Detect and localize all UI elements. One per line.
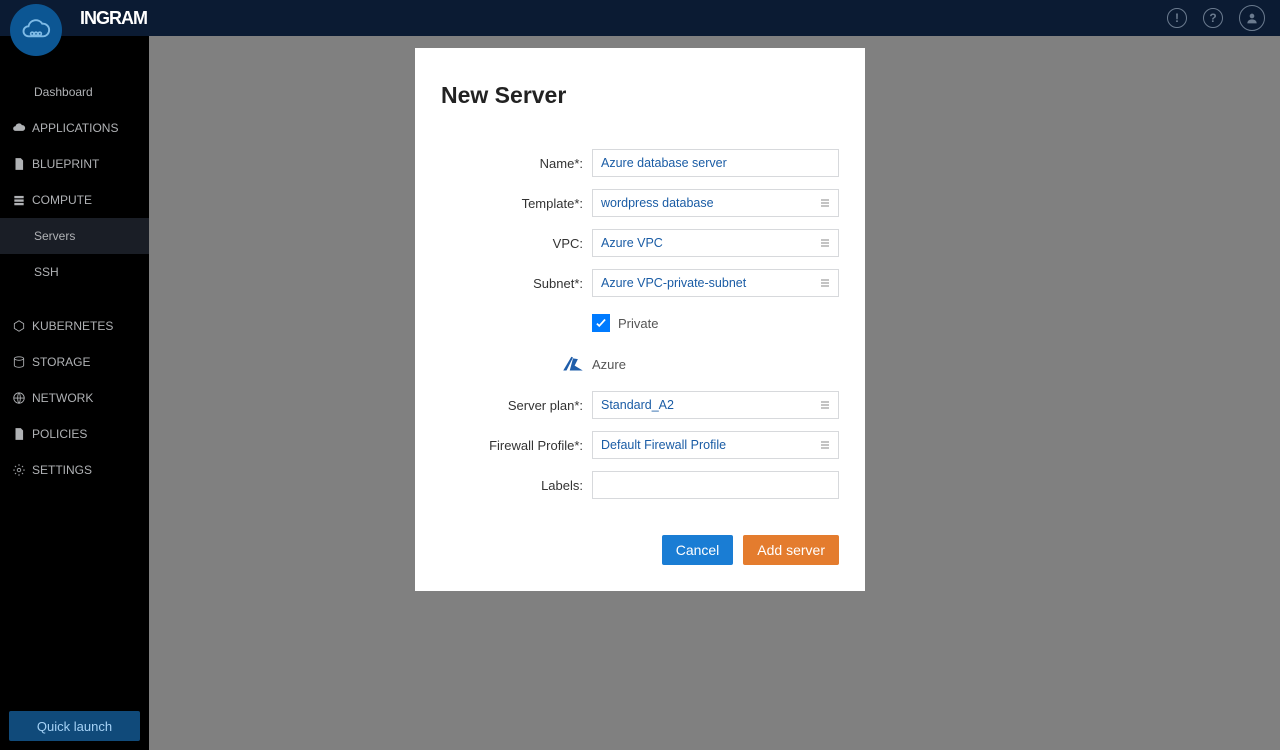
cloud-icon bbox=[10, 121, 28, 135]
vpc-label: VPC: bbox=[441, 236, 592, 251]
globe-icon bbox=[10, 391, 28, 405]
private-label: Private bbox=[618, 316, 658, 331]
storage-icon bbox=[10, 355, 28, 369]
provider-name: Azure bbox=[592, 357, 626, 372]
vpc-dropdown-icon[interactable] bbox=[812, 230, 838, 256]
gear-icon bbox=[10, 463, 28, 477]
alert-icon[interactable]: ! bbox=[1167, 8, 1187, 28]
sidebar-item-policies[interactable]: POLICIES bbox=[0, 416, 149, 452]
kubernetes-icon bbox=[10, 319, 28, 333]
brand-logo-icon[interactable] bbox=[10, 4, 62, 56]
check-icon bbox=[594, 316, 608, 330]
sidebar-item-ssh[interactable]: SSH bbox=[0, 254, 149, 290]
private-checkbox[interactable] bbox=[592, 314, 610, 332]
sidebar-item-dashboard[interactable]: Dashboard bbox=[0, 74, 149, 110]
sidebar-item-compute[interactable]: COMPUTE bbox=[0, 182, 149, 218]
name-label: Name*: bbox=[441, 156, 592, 171]
sidebar-item-network[interactable]: NETWORK bbox=[0, 380, 149, 416]
quick-launch-button[interactable]: Quick launch bbox=[9, 711, 140, 741]
file-icon bbox=[10, 157, 28, 171]
vpc-select[interactable] bbox=[593, 236, 812, 250]
firewall-label: Firewall Profile*: bbox=[441, 438, 592, 453]
subnet-label: Subnet*: bbox=[441, 276, 592, 291]
topbar: INGRAM ! ? bbox=[0, 0, 1280, 36]
brand-text: INGRAM bbox=[80, 8, 147, 29]
add-server-button[interactable]: Add server bbox=[743, 535, 839, 565]
sidebar-item-settings[interactable]: SETTINGS bbox=[0, 452, 149, 488]
sidebar-item-kubernetes[interactable]: KUBERNETES bbox=[0, 308, 149, 344]
firewall-dropdown-icon[interactable] bbox=[812, 432, 838, 458]
sidebar-item-applications[interactable]: APPLICATIONS bbox=[0, 110, 149, 146]
sidebar-item-servers[interactable]: Servers bbox=[0, 218, 149, 254]
azure-icon bbox=[558, 354, 586, 374]
labels-input[interactable] bbox=[593, 478, 838, 492]
cancel-button[interactable]: Cancel bbox=[662, 535, 734, 565]
template-label: Template*: bbox=[441, 196, 592, 211]
modal-title: New Server bbox=[441, 82, 839, 109]
labels-field-label: Labels: bbox=[441, 478, 592, 493]
sidebar-item-blueprint[interactable]: BLUEPRINT bbox=[0, 146, 149, 182]
template-select[interactable] bbox=[593, 196, 812, 210]
template-dropdown-icon[interactable] bbox=[812, 190, 838, 216]
help-icon[interactable]: ? bbox=[1203, 8, 1223, 28]
new-server-modal: New Server Name*: Template*: VPC: bbox=[415, 48, 865, 591]
cloud-gear-icon bbox=[21, 15, 51, 45]
subnet-dropdown-icon[interactable] bbox=[812, 270, 838, 296]
server-icon bbox=[10, 193, 28, 207]
sidebar: Dashboard APPLICATIONS BLUEPRINT COMPUTE… bbox=[0, 36, 149, 750]
policy-icon bbox=[10, 427, 28, 441]
subnet-select[interactable] bbox=[593, 276, 812, 290]
firewall-select[interactable] bbox=[593, 438, 812, 452]
server-plan-select[interactable] bbox=[593, 398, 812, 412]
sidebar-item-storage[interactable]: STORAGE bbox=[0, 344, 149, 380]
server-plan-dropdown-icon[interactable] bbox=[812, 392, 838, 418]
user-icon bbox=[1244, 10, 1260, 26]
content-area: New Server Name*: Template*: VPC: bbox=[149, 36, 1280, 750]
server-plan-label: Server plan*: bbox=[441, 398, 592, 413]
name-input[interactable] bbox=[593, 156, 838, 170]
user-avatar-icon[interactable] bbox=[1239, 5, 1265, 31]
